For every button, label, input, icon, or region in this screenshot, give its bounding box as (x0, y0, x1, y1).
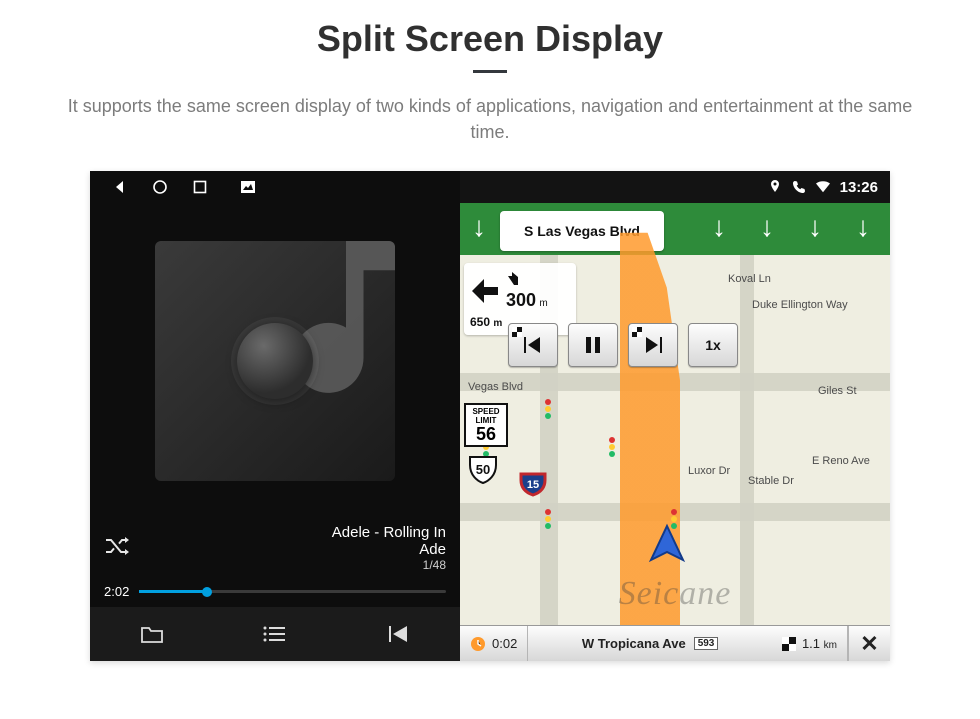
nav-bottom-bar: 0:02 W Tropicana Ave 593 1.1 km ✕ (460, 625, 890, 661)
speed-limit-sign: SPEED LIMIT 56 (464, 403, 508, 447)
sim-speed-button[interactable]: 1x (688, 323, 738, 367)
flag-icon (782, 637, 796, 651)
navigation-pane: 13:26 ↓ ↓ ↓ ↓ ↓ S Las Vegas Blvd Vegas B… (460, 171, 890, 661)
distance-cell[interactable]: 1.1 km (772, 626, 848, 661)
distance-value: 1.1 (802, 636, 820, 651)
svg-text:50: 50 (476, 462, 490, 477)
us-route-shield: 50 (466, 453, 500, 487)
current-road-name: W Tropicana Ave (582, 636, 686, 651)
turn-right-ahead-icon (506, 269, 524, 287)
wifi-icon (816, 180, 830, 194)
sim-pause-button[interactable] (568, 323, 618, 367)
title-underline (473, 70, 507, 73)
street-label: Koval Ln (728, 273, 771, 285)
playlist-icon[interactable] (261, 625, 289, 643)
folder-icon[interactable] (138, 624, 166, 644)
traffic-light-icon (608, 437, 616, 457)
speed-limit-value: 56 (466, 425, 506, 443)
eta-cell[interactable]: 0:02 (460, 626, 528, 661)
clock-icon (470, 636, 486, 652)
track-meta: Adele - Rolling In Ade 1/48 (90, 518, 460, 576)
lane-arrow-icon: ↓ (760, 211, 774, 243)
android-nav-bar (90, 171, 460, 203)
traffic-light-icon (544, 399, 552, 419)
play-button[interactable] (237, 323, 313, 399)
track-artist: Ade (104, 541, 446, 558)
distance-unit: km (824, 640, 837, 651)
sim-next-button[interactable] (628, 323, 678, 367)
speed-limit-label: SPEED LIMIT (466, 407, 506, 425)
sim-playback-controls: 1x (508, 323, 738, 367)
page-title: Split Screen Display (317, 18, 663, 60)
turn-left-icon (470, 275, 500, 305)
prev-track-icon[interactable] (384, 624, 412, 644)
close-button[interactable]: ✕ (848, 626, 890, 661)
player-bottom-bar (90, 607, 460, 661)
elapsed-time: 2:02 (104, 584, 129, 599)
home-icon[interactable] (152, 179, 168, 195)
next-dist: 300 (506, 290, 536, 310)
current-road: W Tropicana Ave 593 (528, 636, 772, 651)
back-icon[interactable] (112, 179, 128, 195)
lane-arrow-icon: ↓ (856, 211, 870, 243)
lane-arrow-icon: ↓ (808, 211, 822, 243)
street-label: E Reno Ave (812, 455, 870, 467)
split-screen-device: Adele - Rolling In Ade 1/48 2:02 (90, 171, 890, 661)
phone-icon (792, 180, 806, 194)
recent-icon[interactable] (192, 179, 208, 195)
album-area (90, 203, 460, 518)
cur-dist-unit: m (493, 318, 502, 329)
location-icon (768, 180, 782, 194)
picture-icon[interactable] (240, 179, 256, 195)
clock-time: 13:26 (840, 179, 878, 196)
lane-arrow-icon: ↓ (712, 211, 726, 243)
street-label: Giles St (818, 385, 857, 397)
svg-text:15: 15 (527, 479, 539, 491)
progress-slider[interactable] (139, 590, 446, 593)
interstate-shield: 15 (518, 469, 548, 499)
music-player-pane: Adele - Rolling In Ade 1/48 2:02 (90, 171, 460, 661)
sim-prev-button[interactable] (508, 323, 558, 367)
traffic-light-icon (544, 509, 552, 529)
next-dist-unit: m (539, 298, 547, 309)
cur-dist: 650 (470, 315, 490, 329)
street-label: Vegas Blvd (468, 381, 523, 393)
shuffle-icon[interactable] (104, 536, 130, 561)
eta-value: 0:02 (492, 636, 517, 651)
flag-icon (632, 327, 642, 337)
street-label: Luxor Dr (688, 465, 730, 477)
lane-guidance: ↓ ↓ ↓ ↓ ↓ S Las Vegas Blvd (460, 203, 890, 255)
track-index: 1/48 (104, 558, 446, 572)
lane-arrow-icon: ↓ (472, 211, 486, 243)
street-label: Stable Dr (748, 475, 794, 487)
exit-badge: 593 (694, 637, 719, 650)
status-bar: 13:26 (460, 171, 890, 203)
vehicle-arrow-icon (645, 522, 689, 571)
flag-icon (512, 327, 522, 337)
track-title: Adele - Rolling In (104, 524, 446, 541)
page-subtitle: It supports the same screen display of t… (50, 93, 930, 145)
map-canvas[interactable]: ↓ ↓ ↓ ↓ ↓ S Las Vegas Blvd Vegas Blvd Ko… (460, 203, 890, 625)
progress-row: 2:02 (90, 576, 460, 601)
street-label: Duke Ellington Way (752, 299, 848, 311)
